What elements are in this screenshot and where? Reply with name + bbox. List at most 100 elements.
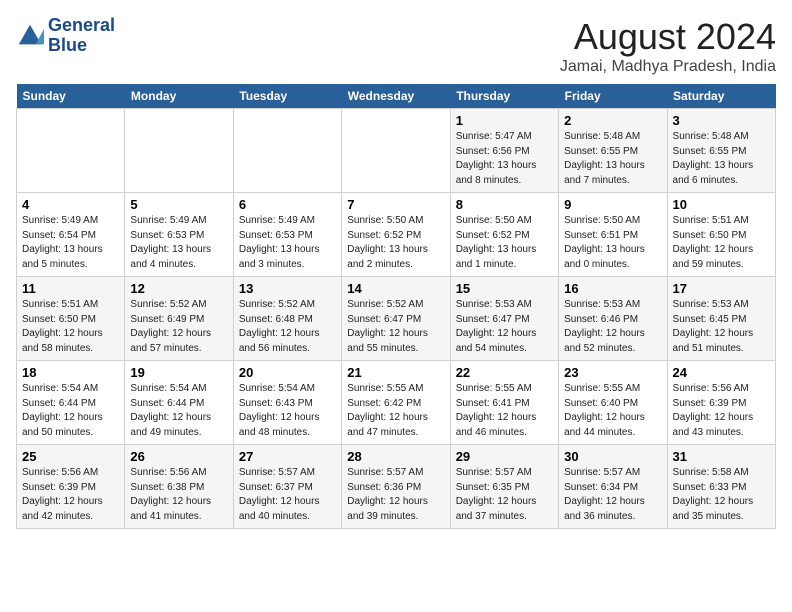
calendar-week-row: 1 Sunrise: 5:47 AM Sunset: 6:56 PM Daylig… [17,109,776,193]
day-info: Sunrise: 5:55 AM Sunset: 6:42 PM Dayligh… [347,382,444,440]
weekday-header-saturday: Saturday [667,84,775,109]
calendar-cell: 7 Sunrise: 5:50 AM Sunset: 6:52 PM Daylig… [342,193,450,277]
day-number: 21 [347,365,444,380]
day-info: Sunrise: 5:57 AM Sunset: 6:34 PM Dayligh… [564,466,661,524]
day-info: Sunrise: 5:49 AM Sunset: 6:54 PM Dayligh… [22,214,119,272]
calendar-cell: 30 Sunrise: 5:57 AM Sunset: 6:34 PM Dayli… [559,445,667,529]
calendar-cell: 1 Sunrise: 5:47 AM Sunset: 6:56 PM Daylig… [450,109,558,193]
day-number: 2 [564,113,661,128]
calendar-cell: 14Sunrise: 5:52 AM Sunset: 6:47 PM Dayli… [342,277,450,361]
day-info: Sunrise: 5:58 AM Sunset: 6:33 PM Dayligh… [673,466,770,524]
day-info: Sunrise: 5:55 AM Sunset: 6:40 PM Dayligh… [564,382,661,440]
day-number: 8 [456,197,553,212]
day-info: Sunrise: 5:50 AM Sunset: 6:52 PM Dayligh… [456,214,553,272]
calendar-cell: 12Sunrise: 5:52 AM Sunset: 6:49 PM Dayli… [125,277,233,361]
day-info: Sunrise: 5:56 AM Sunset: 6:39 PM Dayligh… [673,382,770,440]
day-info: Sunrise: 5:54 AM Sunset: 6:44 PM Dayligh… [130,382,227,440]
day-info: Sunrise: 5:53 AM Sunset: 6:45 PM Dayligh… [673,298,770,356]
calendar-week-row: 4Sunrise: 5:49 AM Sunset: 6:54 PM Daylig… [17,193,776,277]
day-info: Sunrise: 5:51 AM Sunset: 6:50 PM Dayligh… [22,298,119,356]
day-info: Sunrise: 5:51 AM Sunset: 6:50 PM Dayligh… [673,214,770,272]
day-info: Sunrise: 5:50 AM Sunset: 6:51 PM Dayligh… [564,214,661,272]
day-info: Sunrise: 5:52 AM Sunset: 6:47 PM Dayligh… [347,298,444,356]
calendar-cell: 5 Sunrise: 5:49 AM Sunset: 6:53 PM Daylig… [125,193,233,277]
day-number: 19 [130,365,227,380]
weekday-header-friday: Friday [559,84,667,109]
day-info: Sunrise: 5:54 AM Sunset: 6:44 PM Dayligh… [22,382,119,440]
calendar-table: SundayMondayTuesdayWednesdayThursdayFrid… [16,84,776,529]
day-info: Sunrise: 5:56 AM Sunset: 6:38 PM Dayligh… [130,466,227,524]
calendar-cell: 16 Sunrise: 5:53 AM Sunset: 6:46 PM Dayli… [559,277,667,361]
calendar-cell: 10 Sunrise: 5:51 AM Sunset: 6:50 PM Dayli… [667,193,775,277]
day-number: 15 [456,281,553,296]
calendar-week-row: 25Sunrise: 5:56 AM Sunset: 6:39 PM Dayli… [17,445,776,529]
day-number: 18 [22,365,119,380]
day-number: 9 [564,197,661,212]
calendar-cell: 9 Sunrise: 5:50 AM Sunset: 6:51 PM Daylig… [559,193,667,277]
calendar-cell: 19 Sunrise: 5:54 AM Sunset: 6:44 PM Dayli… [125,361,233,445]
day-number: 17 [673,281,770,296]
day-info: Sunrise: 5:49 AM Sunset: 6:53 PM Dayligh… [239,214,336,272]
calendar-cell [125,109,233,193]
month-year-title: August 2024 [560,16,776,58]
day-number: 31 [673,449,770,464]
day-info: Sunrise: 5:49 AM Sunset: 6:53 PM Dayligh… [130,214,227,272]
day-info: Sunrise: 5:54 AM Sunset: 6:43 PM Dayligh… [239,382,336,440]
calendar-cell: 21 Sunrise: 5:55 AM Sunset: 6:42 PM Dayli… [342,361,450,445]
day-info: Sunrise: 5:50 AM Sunset: 6:52 PM Dayligh… [347,214,444,272]
day-number: 3 [673,113,770,128]
day-number: 10 [673,197,770,212]
calendar-cell [342,109,450,193]
day-number: 1 [456,113,553,128]
calendar-cell [233,109,341,193]
day-info: Sunrise: 5:56 AM Sunset: 6:39 PM Dayligh… [22,466,119,524]
day-number: 30 [564,449,661,464]
logo: General Blue [16,16,115,56]
logo-icon [16,22,44,50]
day-number: 22 [456,365,553,380]
day-info: Sunrise: 5:53 AM Sunset: 6:46 PM Dayligh… [564,298,661,356]
day-number: 7 [347,197,444,212]
day-info: Sunrise: 5:52 AM Sunset: 6:49 PM Dayligh… [130,298,227,356]
day-number: 13 [239,281,336,296]
day-number: 28 [347,449,444,464]
calendar-cell: 8 Sunrise: 5:50 AM Sunset: 6:52 PM Daylig… [450,193,558,277]
calendar-cell: 28Sunrise: 5:57 AM Sunset: 6:36 PM Dayli… [342,445,450,529]
calendar-cell: 18 Sunrise: 5:54 AM Sunset: 6:44 PM Dayli… [17,361,125,445]
calendar-cell: 20Sunrise: 5:54 AM Sunset: 6:43 PM Dayli… [233,361,341,445]
calendar-cell: 2 Sunrise: 5:48 AM Sunset: 6:55 PM Daylig… [559,109,667,193]
weekday-header-tuesday: Tuesday [233,84,341,109]
day-number: 29 [456,449,553,464]
calendar-cell: 17 Sunrise: 5:53 AM Sunset: 6:45 PM Dayli… [667,277,775,361]
day-number: 11 [22,281,119,296]
page-header: General Blue August 2024 Jamai, Madhya P… [16,16,776,76]
calendar-cell: 26 Sunrise: 5:56 AM Sunset: 6:38 PM Dayli… [125,445,233,529]
day-number: 27 [239,449,336,464]
day-number: 23 [564,365,661,380]
day-info: Sunrise: 5:57 AM Sunset: 6:37 PM Dayligh… [239,466,336,524]
day-info: Sunrise: 5:48 AM Sunset: 6:55 PM Dayligh… [673,130,770,188]
title-area: August 2024 Jamai, Madhya Pradesh, India [560,16,776,76]
calendar-cell: 29Sunrise: 5:57 AM Sunset: 6:35 PM Dayli… [450,445,558,529]
weekday-header-row: SundayMondayTuesdayWednesdayThursdayFrid… [17,84,776,109]
calendar-cell: 15 Sunrise: 5:53 AM Sunset: 6:47 PM Dayli… [450,277,558,361]
weekday-header-thursday: Thursday [450,84,558,109]
calendar-cell: 3 Sunrise: 5:48 AM Sunset: 6:55 PM Daylig… [667,109,775,193]
day-info: Sunrise: 5:53 AM Sunset: 6:47 PM Dayligh… [456,298,553,356]
calendar-cell: 11 Sunrise: 5:51 AM Sunset: 6:50 PM Dayli… [17,277,125,361]
day-number: 6 [239,197,336,212]
calendar-cell: 4Sunrise: 5:49 AM Sunset: 6:54 PM Daylig… [17,193,125,277]
calendar-cell [17,109,125,193]
weekday-header-wednesday: Wednesday [342,84,450,109]
day-number: 24 [673,365,770,380]
day-number: 16 [564,281,661,296]
day-number: 5 [130,197,227,212]
day-info: Sunrise: 5:52 AM Sunset: 6:48 PM Dayligh… [239,298,336,356]
calendar-cell: 6 Sunrise: 5:49 AM Sunset: 6:53 PM Daylig… [233,193,341,277]
calendar-cell: 23 Sunrise: 5:55 AM Sunset: 6:40 PM Dayli… [559,361,667,445]
logo-text: General Blue [48,16,115,56]
calendar-cell: 25Sunrise: 5:56 AM Sunset: 6:39 PM Dayli… [17,445,125,529]
day-info: Sunrise: 5:48 AM Sunset: 6:55 PM Dayligh… [564,130,661,188]
day-number: 26 [130,449,227,464]
day-info: Sunrise: 5:47 AM Sunset: 6:56 PM Dayligh… [456,130,553,188]
